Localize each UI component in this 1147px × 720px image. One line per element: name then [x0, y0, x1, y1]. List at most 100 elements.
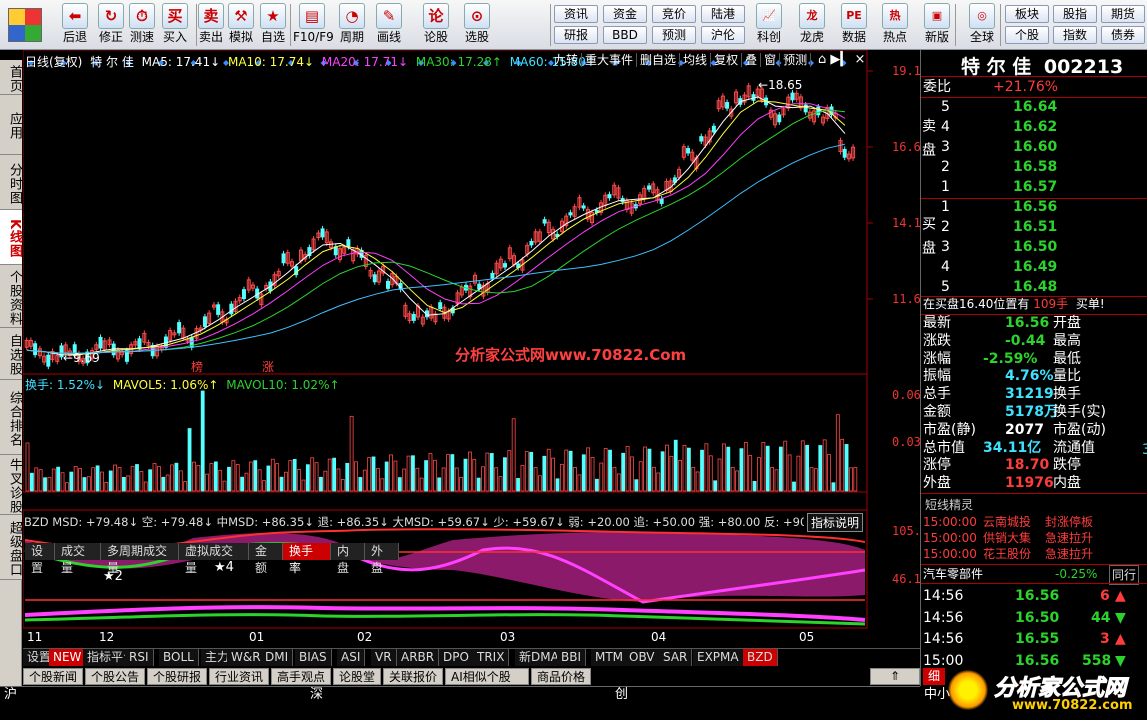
bottom-tab-0[interactable]: 个股新闻 — [23, 668, 83, 685]
toolbar-btn2-4[interactable]: ▣ 新版 — [918, 2, 956, 44]
indicator-tab-8[interactable]: BIAS — [295, 649, 332, 666]
toolbar-right-top-2[interactable]: 期货 — [1101, 5, 1145, 23]
toolbar-btn2-2[interactable]: PE 数据 — [835, 2, 873, 44]
kline-btn-0[interactable]: 九转 — [551, 53, 583, 67]
toolbar-small-top-2[interactable]: 竞价 — [652, 5, 696, 23]
kline-btn-2[interactable]: 删自选 — [637, 53, 681, 67]
event-mark-zhang[interactable]: 涨 — [262, 358, 274, 375]
bottom-tab-7[interactable]: AI相似个股 — [445, 668, 529, 685]
volume-tab-3[interactable]: 虚拟成交量 — [179, 543, 249, 575]
sell-row-2[interactable]: 3 16.60 — [923, 138, 1147, 156]
buy-row-2[interactable]: 3 16.50 — [923, 238, 1147, 256]
detail-tab[interactable]: 细 — [923, 668, 945, 685]
toolbar-btn2-0[interactable]: 📈 科创 — [750, 2, 788, 44]
volume-tab-1[interactable]: 成交量 — [55, 543, 101, 575]
left-tab-4[interactable]: 个股资料 — [0, 265, 22, 328]
toolbar-small-bottom-1[interactable]: BBD — [603, 26, 647, 44]
toolbar-right-bottom-1[interactable]: 指数 — [1053, 26, 1097, 44]
bottom-tab-4[interactable]: 高手观点 — [271, 668, 331, 685]
status-cy[interactable]: 创 — [615, 687, 628, 704]
indicator-tab-19[interactable]: EXPMA — [693, 649, 744, 666]
kline-btn-4[interactable]: 复权 — [711, 53, 743, 67]
sell-row-3[interactable]: 2 16.58 — [923, 158, 1147, 176]
indicator-tab-4[interactable]: BOLL — [159, 649, 199, 666]
left-tab-6[interactable]: 综合排名 — [0, 380, 22, 455]
indicator-tab-9[interactable]: ASI — [337, 649, 366, 666]
volume-tab-7[interactable]: 外盘 — [365, 543, 399, 575]
left-tab-1[interactable]: 应用 — [0, 95, 22, 155]
jingling-title[interactable]: 短线精灵 — [921, 493, 1147, 512]
window-icons[interactable]: ⌂ ▶▎ × — [818, 52, 865, 67]
toolbar-small-bottom-3[interactable]: 沪伦 — [701, 26, 745, 44]
toolbar-btn-9[interactable]: ✎ 画线 — [370, 2, 408, 44]
indicator-explain-button[interactable]: 指标说明 — [807, 513, 864, 532]
volume-tab-6[interactable]: 内盘 — [331, 543, 365, 575]
volume-tab-4[interactable]: 金额 — [249, 543, 283, 575]
indicator-tab-1[interactable]: NEW — [49, 649, 87, 666]
status-sh[interactable]: 沪 — [4, 687, 17, 704]
pin-icon[interactable]: ⇑ — [870, 668, 920, 685]
indicator-tab-11[interactable]: ARBR — [397, 649, 440, 666]
toolbar-btn2-3[interactable]: 热热点 — [876, 2, 914, 44]
left-tab-7[interactable]: 牛叉诊股 — [0, 455, 22, 515]
buy-row-3[interactable]: 4 16.49 — [923, 258, 1147, 276]
toolbar-btn-0[interactable]: ⬅ 后退 — [56, 2, 94, 44]
bottom-tab-5[interactable]: 论股堂 — [333, 668, 381, 685]
toolbar-small-bottom-2[interactable]: 预测 — [652, 26, 696, 44]
volume-tab-5[interactable]: 换手率 — [283, 543, 331, 575]
indicator-tab-20[interactable]: BZD — [743, 649, 778, 666]
left-tab-2[interactable]: 分时图 — [0, 155, 22, 210]
sell-row-4[interactable]: 1 16.57 — [923, 178, 1147, 196]
kline-btn-3[interactable]: 均线 — [680, 53, 712, 67]
bottom-tab-1[interactable]: 个股公告 — [85, 668, 145, 685]
toolbar-btn-7[interactable]: ▤ F10/F9 — [293, 2, 334, 44]
toolbar-right-bottom-0[interactable]: 个股 — [1005, 26, 1049, 44]
toolbar-btn-3[interactable]: 买买入 — [156, 2, 194, 44]
sell-row-0[interactable]: 5 16.64 — [923, 98, 1147, 116]
bottom-tab-8[interactable]: 商品价格 — [531, 668, 591, 685]
toolbar-btn2-1[interactable]: 龙龙虎 — [793, 2, 831, 44]
toolbar-btn2-5[interactable]: ◎ 全球 — [963, 2, 1001, 44]
buy-row-4[interactable]: 5 16.48 — [923, 278, 1147, 296]
kline-btn-1[interactable]: 重大事件 — [582, 53, 638, 67]
toolbar-btn-11[interactable]: ⊙ 选股 — [458, 2, 496, 44]
indicator-tab-13[interactable]: TRIX — [473, 649, 510, 666]
kline-btn-7[interactable]: 预测 — [780, 53, 812, 67]
toolbar-small-bottom-0[interactable]: 研报 — [554, 26, 598, 44]
indicator-tab-15[interactable]: BBI — [557, 649, 587, 666]
event-mark-bang[interactable]: 榜 — [191, 358, 203, 375]
bottom-tab-6[interactable]: 关联报价 — [383, 668, 443, 685]
status-sz[interactable]: 深 — [310, 687, 323, 704]
indicator-tab-6[interactable]: W&R — [227, 649, 266, 666]
jingling-row-2[interactable]: 15:00:00 花王股份 急速拉升 — [923, 545, 1147, 563]
bottom-tab-2[interactable]: 个股研报 — [147, 668, 207, 685]
buy-row-0[interactable]: 1 16.56 — [923, 198, 1147, 216]
kline-btn-5[interactable]: 叠 — [742, 53, 762, 67]
toolbar-right-top-1[interactable]: 股指 — [1053, 5, 1097, 23]
indicator-tab-3[interactable]: RSI — [125, 649, 154, 666]
volume-tab-2[interactable]: 多周期成交量 — [101, 543, 179, 575]
left-tab-5[interactable]: 自选股 — [0, 328, 22, 380]
toolbar-right-bottom-2[interactable]: 债券 — [1101, 26, 1145, 44]
toolbar-small-top-3[interactable]: 陆港 — [701, 5, 745, 23]
left-tab-3[interactable]: K线图 — [0, 210, 22, 265]
indicator-tab-17[interactable]: OBV — [625, 649, 660, 666]
left-tab-0[interactable]: 首页 — [0, 60, 22, 95]
buy-row-1[interactable]: 2 16.51 — [923, 218, 1147, 236]
indicator-tab-10[interactable]: VR — [371, 649, 397, 666]
indicator-tab-12[interactable]: DPO — [439, 649, 474, 666]
kline-btn-6[interactable]: 窗 — [761, 53, 781, 67]
indicator-tab-18[interactable]: SAR — [659, 649, 693, 666]
indicator-tab-16[interactable]: MTM — [591, 649, 629, 666]
bottom-tab-3[interactable]: 行业资讯 — [209, 668, 269, 685]
toolbar-small-top-1[interactable]: 资金 — [603, 5, 647, 23]
left-tab-8[interactable]: 超级盘口 — [0, 515, 22, 580]
toolbar-btn-8[interactable]: ◔ 周期 — [333, 2, 371, 44]
toolbar-btn-6[interactable]: ★ 自选 — [254, 2, 292, 44]
toolbar-right-top-0[interactable]: 板块 — [1005, 5, 1049, 23]
toolbar-small-top-0[interactable]: 资讯 — [554, 5, 598, 23]
toolbar-btn-10[interactable]: 论论股 — [417, 2, 455, 44]
sector-row[interactable]: 汽车零部件 -0.25% 同行 — [923, 565, 1147, 585]
indicator-tab-7[interactable]: DMI — [261, 649, 294, 666]
volume-tab-0[interactable]: 设置 — [25, 543, 55, 575]
